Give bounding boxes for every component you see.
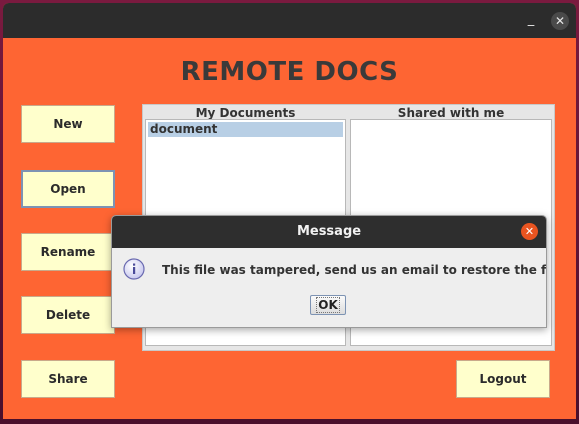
info-icon [123, 258, 145, 280]
message-dialog: Message ✕ This file was tampered, send u… [111, 215, 547, 328]
dialog-titlebar[interactable]: Message ✕ [112, 216, 546, 248]
window-titlebar[interactable]: _ ✕ [3, 3, 576, 38]
delete-button[interactable]: Delete [21, 296, 115, 334]
open-button[interactable]: Open [21, 170, 115, 208]
dialog-message: This file was tampered, send us an email… [162, 263, 547, 277]
new-button[interactable]: New [21, 105, 115, 143]
app-window: _ ✕ REMOTE DOCS New Open Rename Delete S… [3, 3, 576, 419]
app-title: REMOTE DOCS [180, 57, 399, 87]
ok-label: OK [316, 297, 340, 313]
my-documents-title: My Documents [195, 106, 296, 120]
ok-button[interactable]: OK [310, 295, 346, 315]
shared-with-me-title: Shared with me [397, 106, 505, 120]
minimize-icon[interactable]: _ [522, 11, 540, 29]
logout-button[interactable]: Logout [456, 360, 550, 398]
rename-button[interactable]: Rename [21, 233, 115, 271]
dialog-close-icon[interactable]: ✕ [521, 223, 538, 240]
close-icon[interactable]: ✕ [551, 12, 569, 30]
share-button[interactable]: Share [21, 360, 115, 398]
dialog-title: Message [296, 224, 362, 239]
list-item[interactable]: document [148, 122, 343, 137]
